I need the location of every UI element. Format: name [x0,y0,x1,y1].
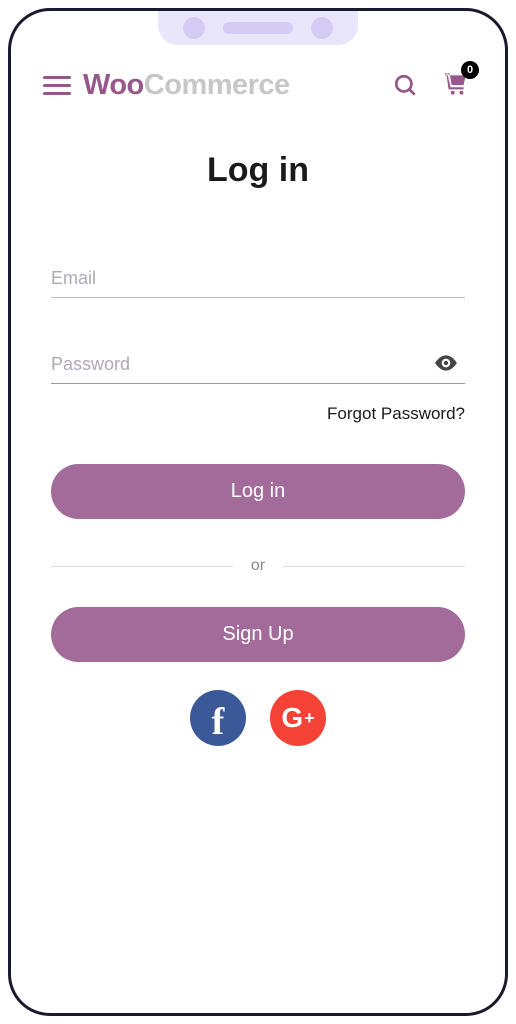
app-logo: WooCommerce [83,69,381,102]
show-password-icon[interactable] [433,350,459,381]
cart-button[interactable]: 0 [443,71,473,101]
login-form: Log in Forgot Password? Log in or Sign U… [51,151,465,746]
notch-speaker-bar [223,22,293,34]
logo-part2: Commerce [144,69,290,101]
search-icon[interactable] [393,73,419,99]
app-header: WooCommerce 0 [43,69,473,102]
facebook-login-button[interactable]: f [190,690,246,746]
signup-button[interactable]: Sign Up [51,607,465,662]
login-button[interactable]: Log in [51,464,465,519]
menu-icon[interactable] [43,71,71,100]
logo-part1: Woo [83,69,144,101]
email-field-wrap [51,260,465,298]
social-login-row: f G+ [51,690,465,746]
facebook-icon: f [212,700,225,744]
password-field-wrap [51,346,465,384]
divider-text: or [233,557,283,575]
notch-camera-dot [183,17,205,39]
google-icon-plus: + [304,708,315,729]
password-field[interactable] [51,346,465,384]
google-icon-g: G [281,702,303,734]
phone-frame: WooCommerce 0 Log in Forgot Password? Lo… [8,8,508,1016]
divider: or [51,557,465,575]
divider-line-left [51,566,233,567]
page-title: Log in [51,151,465,190]
notch-sensor-dot [311,17,333,39]
forgot-password-link[interactable]: Forgot Password? [51,404,465,424]
divider-line-right [283,566,465,567]
cart-badge: 0 [461,61,479,79]
phone-notch [158,11,358,45]
email-field[interactable] [51,260,465,298]
google-login-button[interactable]: G+ [270,690,326,746]
